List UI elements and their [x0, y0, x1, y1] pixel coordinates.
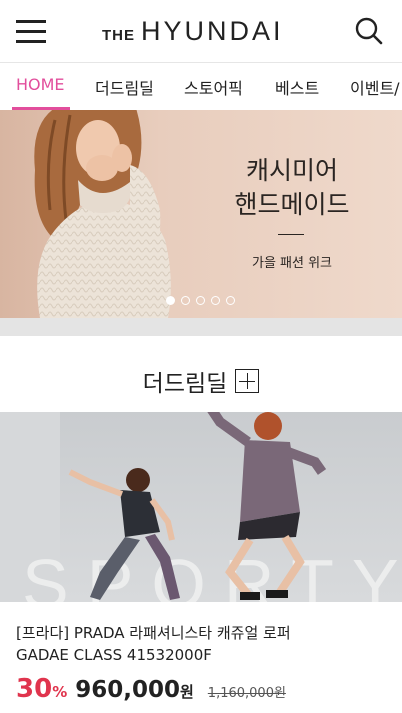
- carousel-dot[interactable]: [181, 296, 190, 305]
- search-icon[interactable]: [354, 16, 384, 46]
- logo-brand: HYUNDAI: [141, 16, 284, 46]
- logo-prefix: THE: [102, 27, 135, 44]
- product-name[interactable]: [프라다] PRADA 라패셔니스타 캐쥬얼 로퍼 GADAE CLASS 41…: [16, 622, 386, 666]
- product-photo: SPORTY: [0, 412, 402, 602]
- carousel-dot[interactable]: [211, 296, 220, 305]
- app-header: THE HYUNDAI: [0, 0, 402, 62]
- price-row: 30 % 960,000 원 1,160,000원: [16, 674, 286, 704]
- section-header: 더드림딜: [0, 364, 402, 398]
- banner-title-line1: 캐시미어: [245, 156, 338, 185]
- tab-store-pick[interactable]: 스토어픽: [184, 75, 243, 99]
- tab-the-dream-deal[interactable]: 더드림딜: [95, 75, 154, 99]
- tab-best[interactable]: 베스트: [275, 75, 319, 99]
- carousel-pagination: [166, 296, 235, 305]
- banner-title-line2: 핸드메이드: [234, 190, 350, 219]
- section-title: 더드림딜: [142, 371, 228, 397]
- price-unit: 원: [179, 683, 194, 701]
- category-nav: HOME 더드림딜 스토어픽 베스트 이벤트/: [0, 62, 402, 110]
- carousel-dot[interactable]: [226, 296, 235, 305]
- carousel-dot[interactable]: [196, 296, 205, 305]
- plus-box-icon[interactable]: [235, 369, 260, 393]
- hamburger-menu-icon[interactable]: [16, 20, 46, 43]
- carousel-dot[interactable]: [166, 296, 175, 305]
- banner-title: 캐시미어 핸드메이드: [212, 154, 372, 222]
- sale-price: 960,000: [75, 677, 180, 703]
- discount-symbol: %: [52, 683, 68, 701]
- original-price: 1,160,000원: [207, 686, 286, 701]
- banner-divider: [278, 234, 304, 235]
- tab-home[interactable]: HOME: [16, 75, 65, 94]
- tab-event[interactable]: 이벤트/: [350, 75, 400, 99]
- hero-banner[interactable]: 캐시미어 핸드메이드 가을 패션 위크: [0, 110, 402, 318]
- discount-rate: 30: [16, 674, 53, 704]
- brand-logo[interactable]: THE HYUNDAI: [102, 16, 284, 46]
- product-image[interactable]: SPORTY: [0, 412, 402, 602]
- section-divider: [0, 318, 402, 336]
- product-name-line2: GADAE CLASS 41532000F: [16, 646, 212, 664]
- product-name-line1: [프라다] PRADA 라패셔니스타 캐쥬얼 로퍼: [16, 624, 291, 642]
- banner-subtitle: 가을 패션 위크: [251, 256, 333, 271]
- product-image-text: SPORTY: [22, 545, 402, 602]
